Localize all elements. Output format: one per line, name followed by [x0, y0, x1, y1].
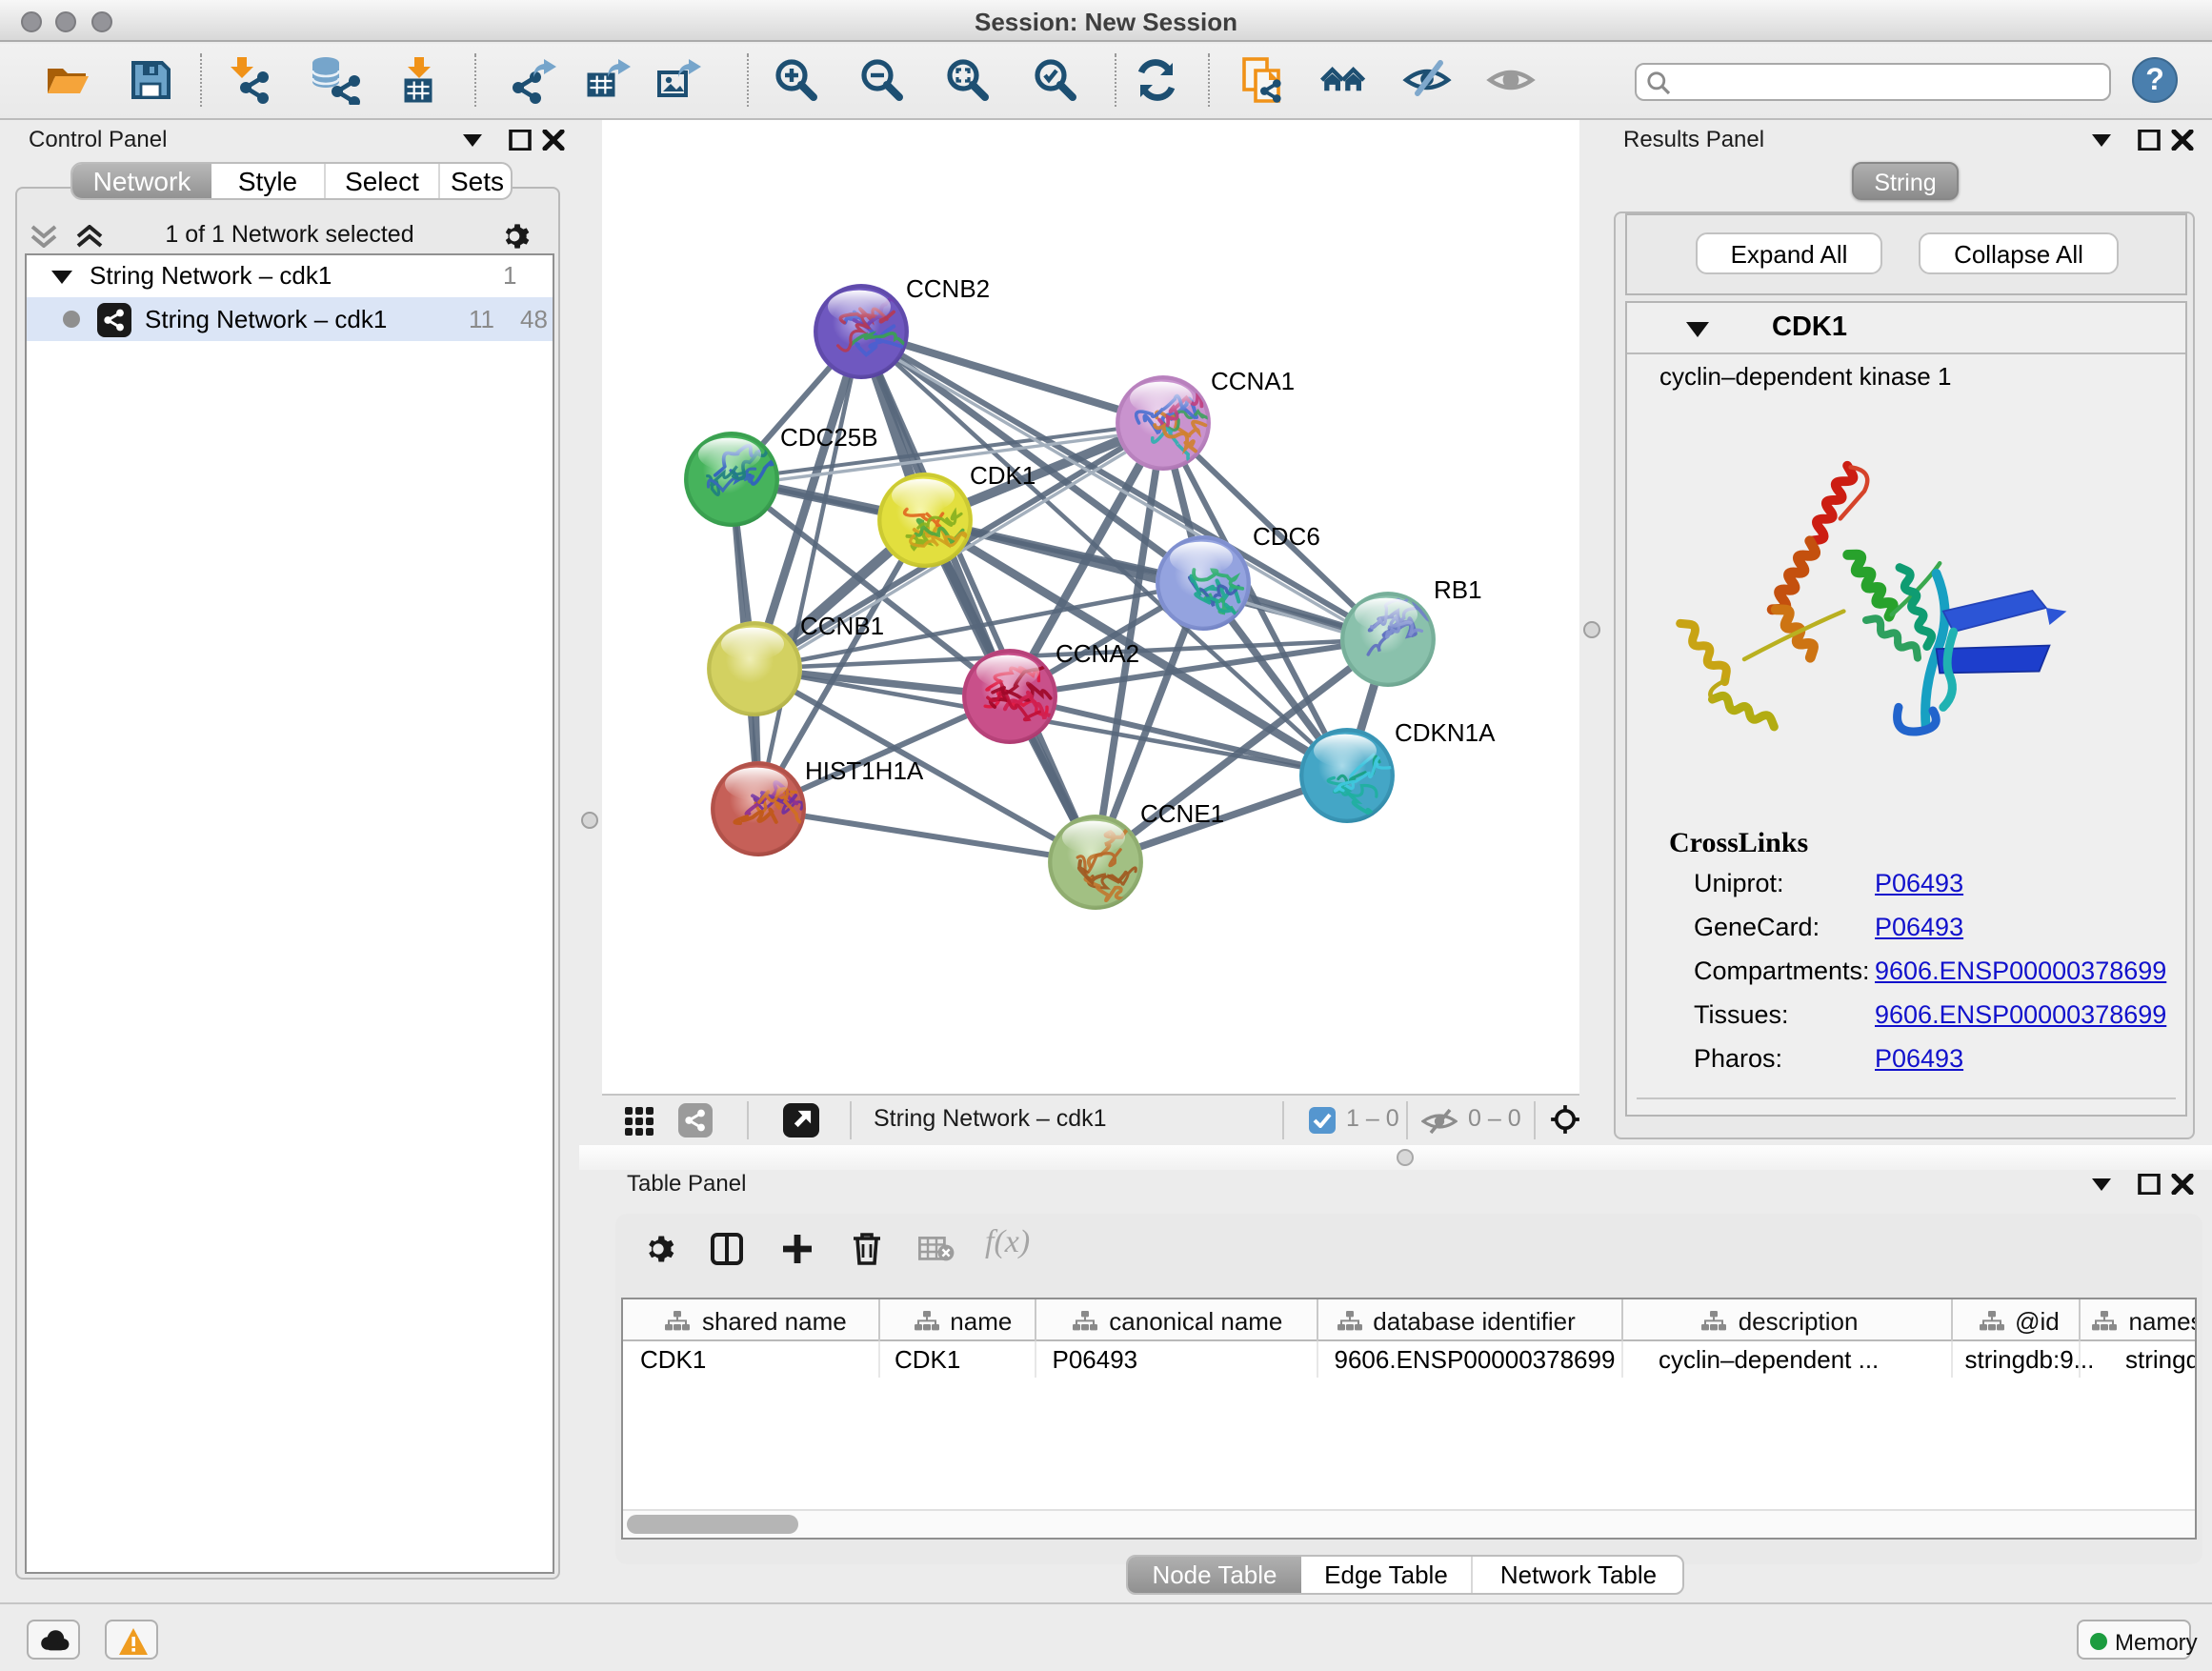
svg-text:CCNB2: CCNB2	[905, 274, 989, 303]
svg-text:CCNB1: CCNB1	[799, 612, 883, 640]
svg-text:CCNA1: CCNA1	[1210, 367, 1294, 395]
svg-text:CCNA2: CCNA2	[1055, 639, 1138, 668]
svg-text:RB1: RB1	[1433, 575, 1481, 604]
svg-text:CDC25B: CDC25B	[779, 423, 877, 452]
svg-text:CDKN1A: CDKN1A	[1394, 718, 1495, 747]
svg-text:CCNE1: CCNE1	[1139, 799, 1223, 828]
svg-text:CDC6: CDC6	[1252, 522, 1319, 551]
svg-text:CDK1: CDK1	[969, 461, 1035, 490]
svg-text:HIST1H1A: HIST1H1A	[804, 756, 923, 785]
